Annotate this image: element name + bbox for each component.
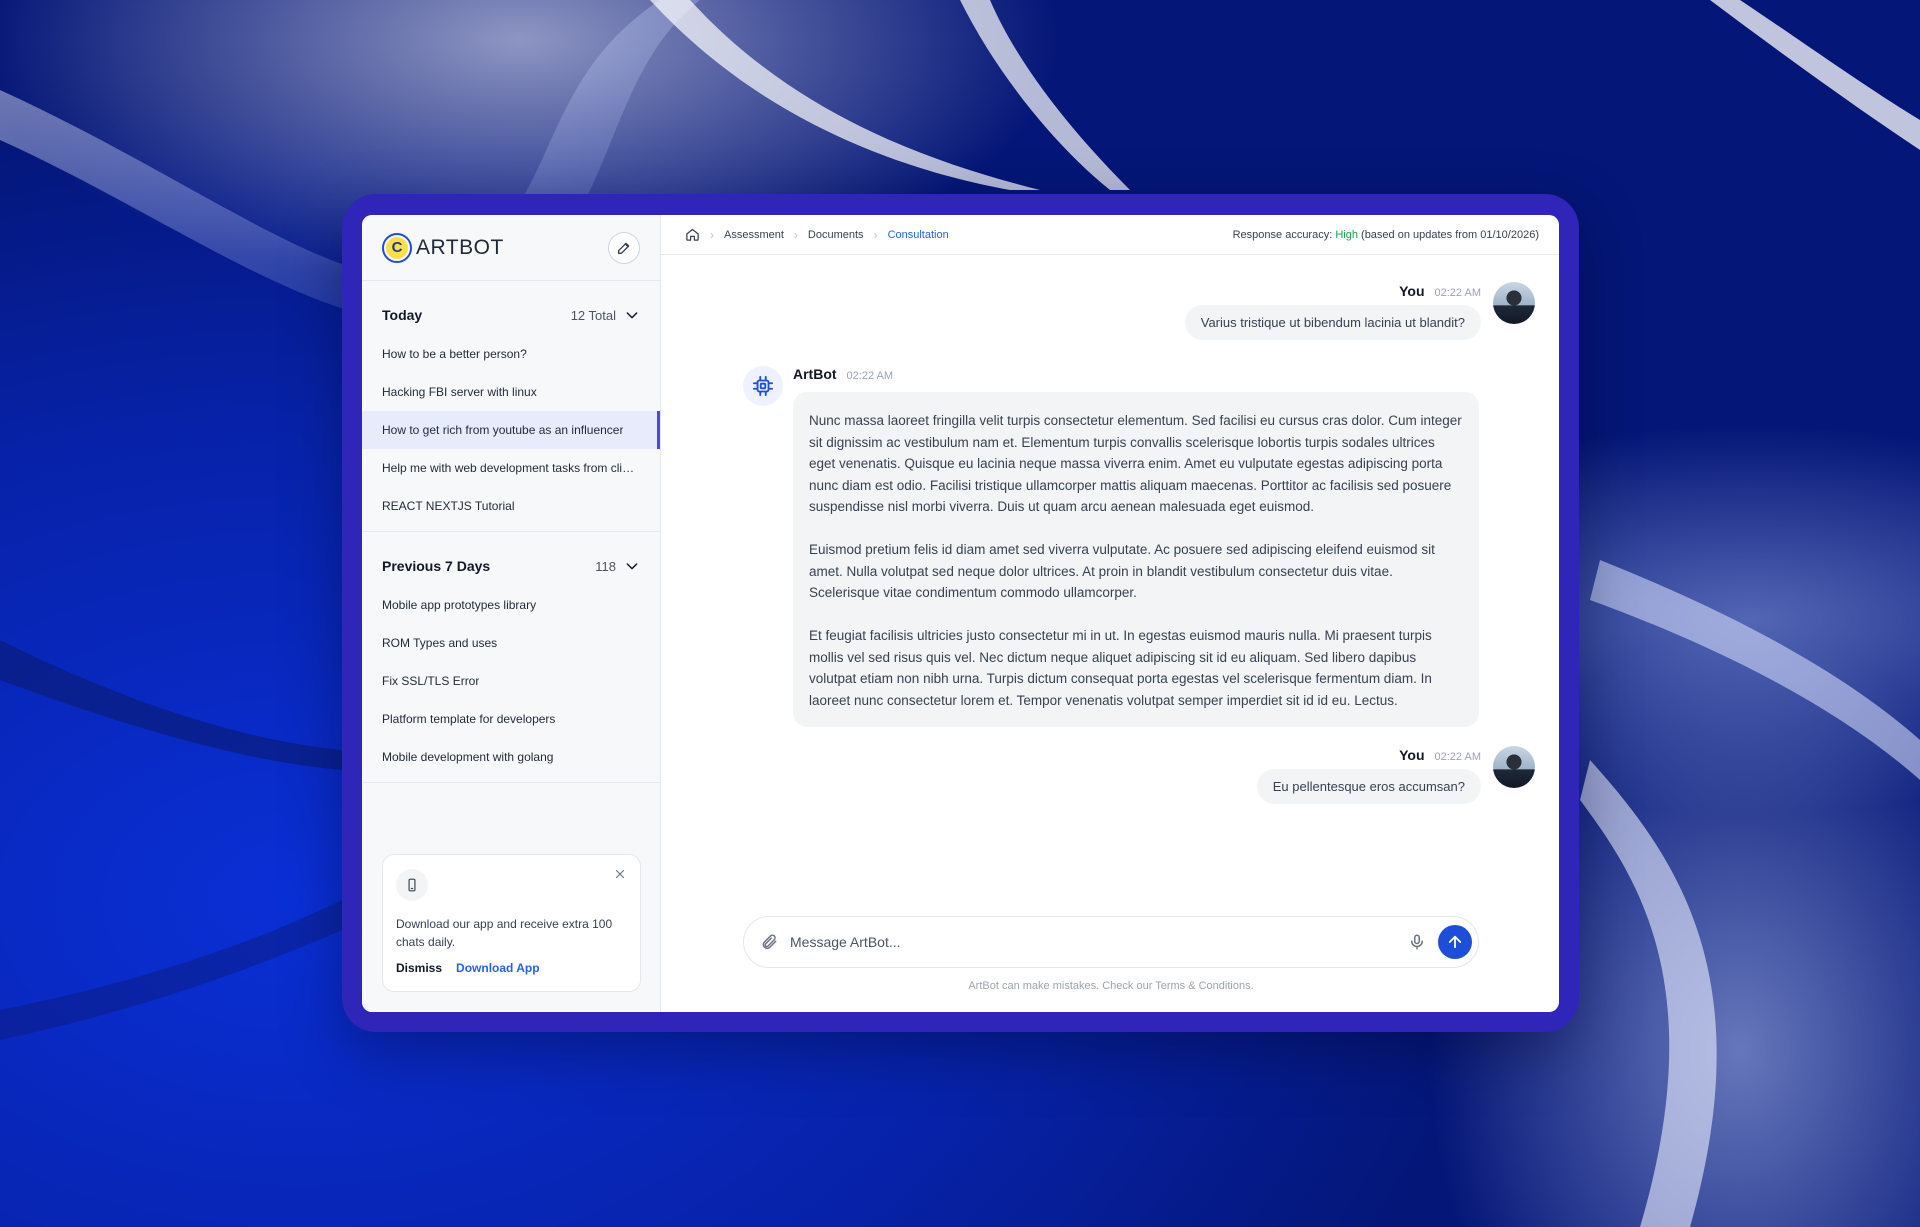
chat-item[interactable]: Mobile app prototypes library: [362, 586, 660, 624]
section-previous-header[interactable]: Previous 7 Days 118: [362, 552, 660, 580]
chevron-right-icon: ›: [873, 227, 878, 242]
message-composer: [743, 916, 1479, 968]
chat-item[interactable]: Platform template for developers: [362, 700, 660, 738]
chevron-down-icon[interactable]: [624, 307, 640, 323]
accuracy-label: Response accuracy:: [1232, 228, 1333, 241]
app-window: C ARTBOT Today 12 Total How to be a bett…: [362, 215, 1559, 1012]
message-header: ArtBot 02:22 AM: [793, 366, 893, 382]
chat-item-label: Mobile development with golang: [382, 750, 554, 764]
message-list: You 02:22 AM Varius tristique ut bibendu…: [661, 255, 1559, 1012]
message-paragraph: Et feugiat facilisis ultricies justo con…: [809, 628, 1432, 708]
message-bubble: Eu pellentesque eros accumsan?: [1256, 769, 1481, 804]
message-paragraph: Nunc massa laoreet fringilla velit turpi…: [809, 413, 1462, 514]
disclaimer: ArtBot can make mistakes. Check our Term…: [968, 980, 1254, 992]
send-button[interactable]: [1438, 925, 1472, 959]
divider: [362, 782, 660, 783]
accuracy-note: (based on updates from 01/10/2026): [1361, 228, 1539, 241]
topbar: › Assessment › Documents › Consultation …: [661, 215, 1559, 255]
user-avatar: [1493, 282, 1535, 324]
accuracy-value: High: [1335, 228, 1358, 241]
message-bubble: Varius tristique ut bibendum lacinia ut …: [1184, 305, 1481, 340]
breadcrumb-current[interactable]: Consultation: [888, 229, 949, 241]
brand-name: ARTBOT: [416, 235, 504, 259]
section-count: 118: [595, 558, 616, 574]
promo-actions: Dismiss Download App: [396, 961, 627, 975]
dismiss-button[interactable]: Dismiss: [396, 961, 442, 975]
promo-text: Download our app and receive extra 100 c…: [396, 917, 613, 949]
chat-item-label: ROM Types and uses: [382, 636, 498, 650]
chat-item[interactable]: REACT NEXTJS Tutorial: [362, 487, 660, 525]
message-author: You: [1399, 283, 1425, 299]
chevron-down-icon[interactable]: [624, 558, 640, 574]
message-input[interactable]: [790, 934, 1408, 950]
chat-item-label: Hacking FBI server with linux: [382, 385, 537, 399]
breadcrumb: › Assessment › Documents › Consultation: [685, 227, 949, 242]
response-accuracy: Response accuracy: High (based on update…: [1233, 229, 1539, 241]
logo-icon: C: [382, 232, 412, 263]
pencil-icon: [618, 242, 630, 254]
divider: [362, 531, 660, 532]
logo[interactable]: C ARTBOT: [382, 232, 504, 263]
chat-item-label: Platform template for developers: [382, 712, 556, 726]
download-app-button[interactable]: Download App: [456, 961, 540, 975]
section-title: Previous 7 Days: [382, 558, 491, 574]
message-author: You: [1399, 747, 1425, 763]
chevron-right-icon: ›: [710, 227, 714, 242]
message-time: 02:22 AM: [1434, 287, 1481, 299]
chat-item-label: How to be a better person?: [382, 347, 527, 361]
message-time: 02:22 AM: [846, 370, 894, 382]
home-icon[interactable]: [685, 227, 700, 242]
user-avatar: [1493, 746, 1535, 788]
message-header: You 02:22 AM: [1399, 747, 1481, 763]
paperclip-icon[interactable]: [760, 933, 778, 951]
section-title: Today: [382, 307, 423, 323]
chat-item[interactable]: ROM Types and uses: [362, 624, 660, 662]
bot-message-bubble: Nunc massa laoreet fringilla velit turpi…: [793, 392, 1479, 727]
phone-icon: [396, 869, 428, 901]
bot-chip-icon: [743, 366, 783, 406]
download-app-card: Download our app and receive extra 100 c…: [382, 854, 641, 992]
app-frame: C ARTBOT Today 12 Total How to be a bett…: [342, 194, 1579, 1032]
sidebar: C ARTBOT Today 12 Total How to be a bett…: [362, 215, 661, 1012]
arrow-up-icon: [1448, 935, 1462, 949]
breadcrumb-item[interactable]: Documents: [808, 229, 864, 241]
chat-main: › Assessment › Documents › Consultation …: [661, 215, 1559, 1012]
section-meta: 118: [595, 558, 640, 574]
message-time: 02:22 AM: [1434, 751, 1481, 763]
chat-item-label: Mobile app prototypes library: [382, 598, 537, 612]
section-count: 12 Total: [570, 307, 616, 323]
microphone-icon[interactable]: [1408, 933, 1426, 951]
chat-item[interactable]: Help me with web development tasks from …: [362, 449, 660, 487]
chat-item[interactable]: How to be a better person?: [362, 335, 660, 373]
chevron-right-icon: ›: [793, 227, 798, 242]
user-message: You 02:22 AM Varius tristique ut bibendu…: [1184, 283, 1481, 340]
message-author: ArtBot: [793, 366, 837, 382]
chat-item[interactable]: Hacking FBI server with linux: [362, 373, 660, 411]
chat-item-active[interactable]: How to get rich from youtube as an influ…: [362, 411, 660, 449]
chat-item[interactable]: Fix SSL/TLS Error: [362, 662, 660, 700]
chat-item-label: REACT NEXTJS Tutorial: [382, 499, 515, 513]
close-icon[interactable]: [613, 867, 627, 886]
brand-bar: C ARTBOT: [362, 215, 660, 281]
user-message: You 02:22 AM Eu pellentesque eros accums…: [1256, 747, 1481, 804]
chat-item-label: How to get rich from youtube as an influ…: [382, 423, 624, 437]
message-header: You 02:22 AM: [1399, 283, 1481, 299]
message-paragraph: Euismod pretium felis id diam amet sed v…: [809, 542, 1435, 600]
section-meta: 12 Total: [571, 307, 640, 323]
section-today-header[interactable]: Today 12 Total: [362, 301, 660, 329]
chat-item-label: Fix SSL/TLS Error: [382, 674, 480, 688]
new-chat-button[interactable]: [608, 231, 640, 264]
breadcrumb-item[interactable]: Assessment: [724, 229, 784, 241]
chat-item[interactable]: Mobile development with golang: [362, 738, 660, 776]
chat-item-label: Help me with web development tasks from …: [382, 461, 637, 475]
